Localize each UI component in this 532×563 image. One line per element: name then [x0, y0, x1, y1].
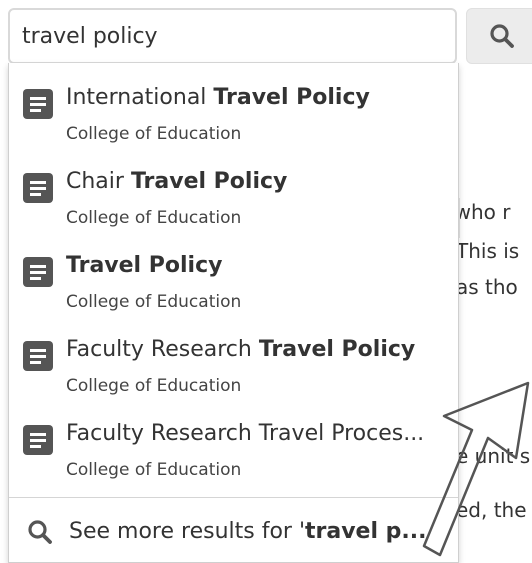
see-more-results-link[interactable]: See more results for 'travel p...: [9, 499, 458, 563]
suggestion-item[interactable]: International Travel Policy College of E…: [9, 63, 458, 147]
search-icon: [490, 24, 514, 48]
search-box: [8, 8, 457, 64]
see-more-label: See more results for 'travel p...: [69, 519, 427, 544]
background-text-line: This is: [456, 239, 520, 263]
document-icon: [23, 173, 53, 203]
suggestion-item[interactable]: Faculty Research Travel Policy College o…: [9, 315, 458, 399]
suggestion-title: Chair Travel Policy: [66, 169, 288, 194]
search-icon: [28, 520, 52, 544]
suggestion-subtitle: College of Education: [66, 376, 242, 396]
suggestion-item[interactable]: Chair Travel Policy College of Education: [9, 147, 458, 231]
search-button[interactable]: [466, 8, 532, 64]
document-icon: [23, 89, 53, 119]
background-text-line: as tho: [456, 275, 518, 299]
suggestion-item[interactable]: Travel Policy College of Education: [9, 231, 458, 315]
suggestion-item[interactable]: Faculty Research Travel Proces... Colleg…: [9, 399, 458, 483]
suggestion-subtitle: College of Education: [66, 124, 242, 144]
search-suggestions-dropdown: International Travel Policy College of E…: [8, 63, 459, 563]
dropdown-divider: [9, 497, 458, 498]
suggestion-subtitle: College of Education: [66, 208, 242, 228]
search-input[interactable]: [10, 10, 455, 62]
suggestion-subtitle: College of Education: [66, 460, 242, 480]
suggestion-subtitle: College of Education: [66, 292, 242, 312]
suggestion-title: Faculty Research Travel Policy: [66, 337, 416, 362]
document-icon: [23, 425, 53, 455]
suggestion-title: Travel Policy: [66, 253, 223, 278]
document-icon: [23, 341, 53, 371]
mouse-cursor-icon: [422, 381, 530, 557]
suggestion-title: Faculty Research Travel Proces...: [66, 421, 425, 446]
suggestion-title: International Travel Policy: [66, 85, 370, 110]
document-icon: [23, 257, 53, 287]
